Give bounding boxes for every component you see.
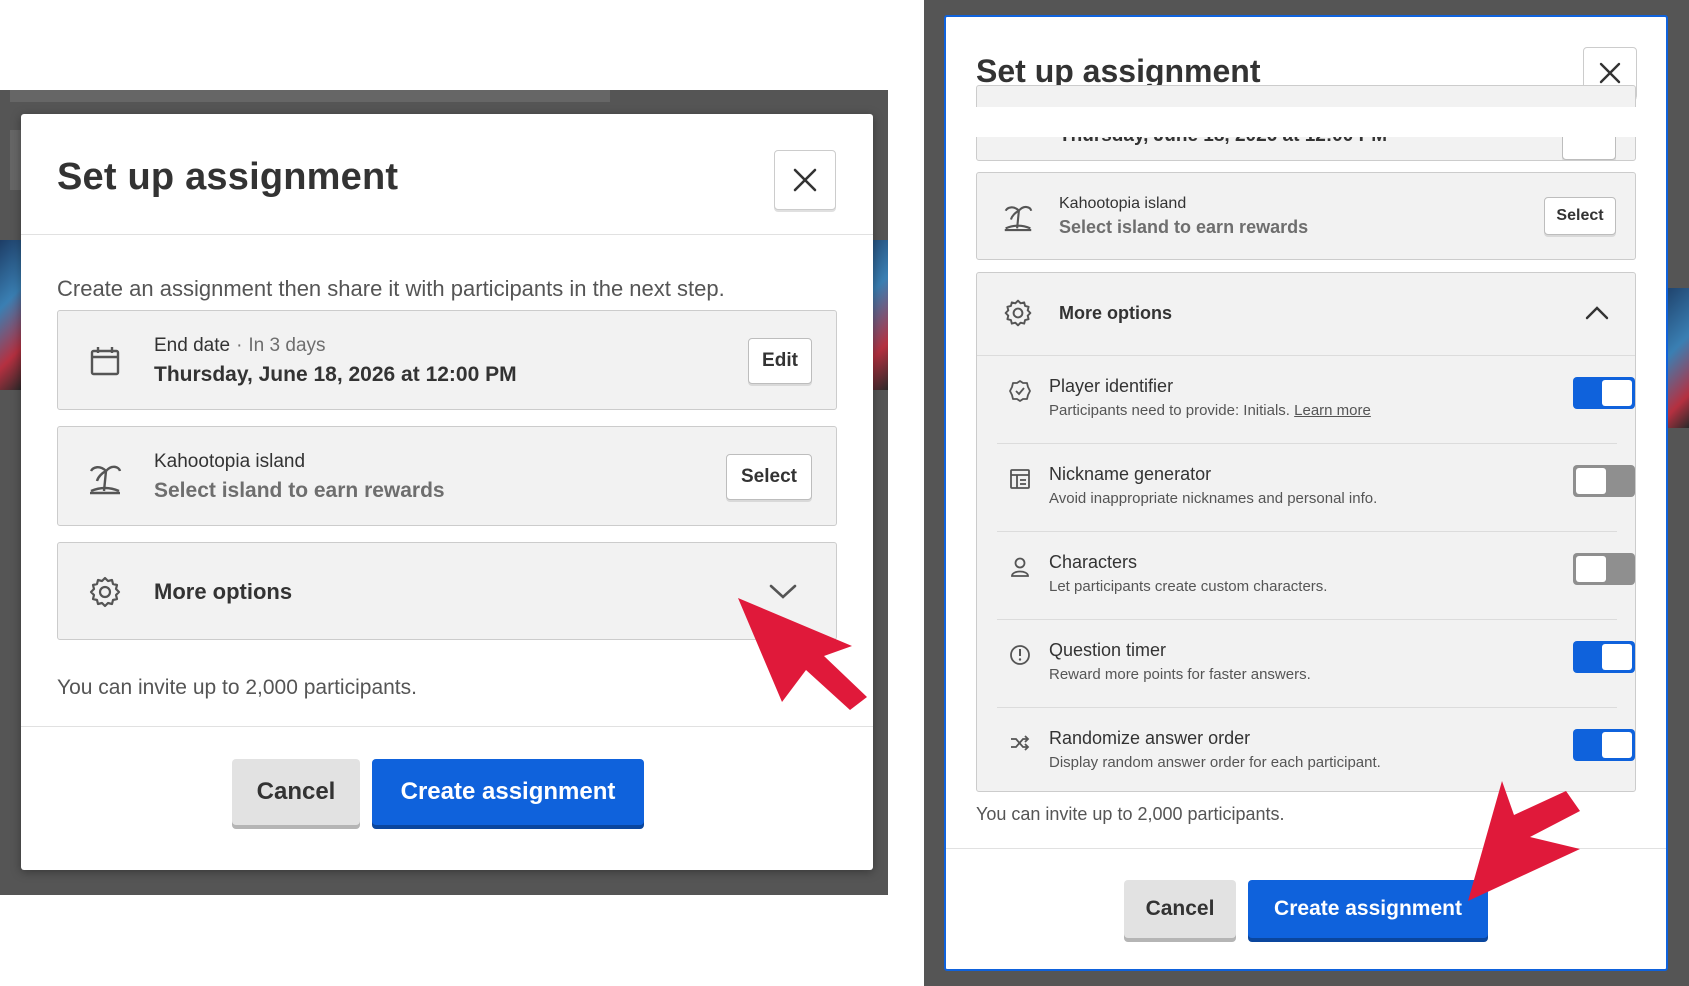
- option-player-identifier: Player identifier Participants need to p…: [997, 356, 1635, 444]
- background-image: [0, 240, 22, 390]
- invite-limit-text: You can invite up to 2,000 participants.: [57, 676, 417, 699]
- island-label: Kahootopia island: [1059, 195, 1187, 212]
- annotation-arrow: [1468, 781, 1580, 901]
- player-identifier-toggle[interactable]: [1573, 377, 1635, 409]
- option-title: Player identifier: [1049, 376, 1174, 396]
- learn-more-link[interactable]: Learn more: [1294, 402, 1371, 419]
- cancel-button[interactable]: Cancel: [1124, 880, 1236, 938]
- dialog-title: Set up assignment: [57, 156, 399, 198]
- create-assignment-button[interactable]: Create assignment: [372, 759, 644, 825]
- toggle-knob: [1602, 732, 1632, 758]
- toggle-knob: [1576, 468, 1606, 494]
- toggle-knob: [1602, 380, 1632, 406]
- more-options-panel: More options Player identifier Participa…: [976, 272, 1636, 792]
- option-description-text: Participants need to provide: Initials.: [1049, 402, 1290, 419]
- option-question-timer: Question timer Reward more points for fa…: [997, 620, 1635, 708]
- more-options-toggle[interactable]: More options: [977, 273, 1635, 355]
- option-title: Characters: [1049, 552, 1138, 572]
- set-up-assignment-dialog: Set up assignment Create an assignment t…: [21, 114, 873, 870]
- more-options-toggle[interactable]: More options: [57, 542, 837, 640]
- option-title: Randomize answer order: [1049, 728, 1251, 748]
- footer-divider: [21, 726, 873, 727]
- annotation-arrow: [738, 598, 867, 710]
- invite-limit-text: You can invite up to 2,000 participants.: [976, 804, 1285, 824]
- palm-island-icon: [88, 459, 122, 495]
- gear-icon: [1003, 298, 1033, 328]
- edit-end-date-button[interactable]: Edit: [748, 338, 812, 384]
- end-date-label: End date: [154, 335, 231, 356]
- header-divider: [21, 234, 873, 235]
- background-toolbar: [10, 90, 610, 102]
- end-date-card: End date · In 3 days Thursday, June 18, 20…: [57, 310, 837, 410]
- nickname-generator-icon: [1007, 466, 1033, 492]
- island-card: Kahootopia island Select island to earn …: [976, 172, 1636, 260]
- close-button[interactable]: [774, 150, 836, 210]
- question-timer-toggle[interactable]: [1573, 641, 1635, 673]
- chevron-up-icon: [1583, 303, 1611, 323]
- option-title: Nickname generator: [1049, 464, 1212, 484]
- island-value: Select island to earn rewards: [1059, 217, 1309, 237]
- end-date-value: Thursday, June 18, 2026 at 12:00 PM: [154, 363, 517, 386]
- option-title: Question timer: [1049, 640, 1167, 660]
- person-icon: [1007, 554, 1033, 580]
- badge-check-icon: [1007, 378, 1033, 404]
- island-value: Select island to earn rewards: [154, 479, 445, 502]
- separator-dot: ·: [236, 335, 243, 356]
- create-assignment-button[interactable]: Create assignment: [1248, 880, 1488, 938]
- island-label: Kahootopia island: [154, 451, 306, 472]
- characters-toggle[interactable]: [1573, 553, 1635, 585]
- intro-text: Create an assignment then share it with …: [57, 276, 725, 301]
- randomize-answer-order-toggle[interactable]: [1573, 729, 1635, 761]
- option-description: Let participants create custom character…: [1049, 578, 1328, 595]
- island-card: Kahootopia island Select island to earn …: [57, 426, 837, 526]
- shuffle-icon: [1007, 730, 1033, 756]
- gear-icon: [88, 575, 122, 609]
- option-characters: Characters Let participants create custo…: [997, 532, 1635, 620]
- select-island-button[interactable]: Select: [726, 454, 812, 500]
- option-nickname-generator: Nickname generator Avoid inappropriate n…: [997, 444, 1635, 532]
- cancel-button[interactable]: Cancel: [232, 759, 360, 825]
- palm-island-icon: [1003, 201, 1033, 232]
- option-description: Avoid inappropriate nicknames and person…: [1049, 490, 1378, 507]
- select-island-button[interactable]: Select: [1544, 197, 1616, 235]
- toggle-knob: [1602, 644, 1632, 670]
- end-date-label-row: End date · In 3 days: [154, 335, 326, 357]
- relative-date: In 3 days: [248, 335, 326, 356]
- more-options-label: More options: [154, 579, 293, 604]
- calendar-icon: [88, 345, 122, 377]
- nickname-generator-toggle[interactable]: [1573, 465, 1635, 497]
- option-description: Participants need to provide: Initials. …: [1049, 402, 1371, 419]
- option-description: Display random answer order for each par…: [1049, 754, 1381, 771]
- close-icon: [793, 168, 817, 192]
- option-description: Reward more points for faster answers.: [1049, 666, 1311, 683]
- more-options-label: More options: [1059, 303, 1172, 323]
- dialog-header-mask: [946, 107, 1666, 137]
- toggle-knob: [1576, 556, 1606, 582]
- timer-icon: [1007, 642, 1033, 668]
- close-icon: [1599, 62, 1621, 84]
